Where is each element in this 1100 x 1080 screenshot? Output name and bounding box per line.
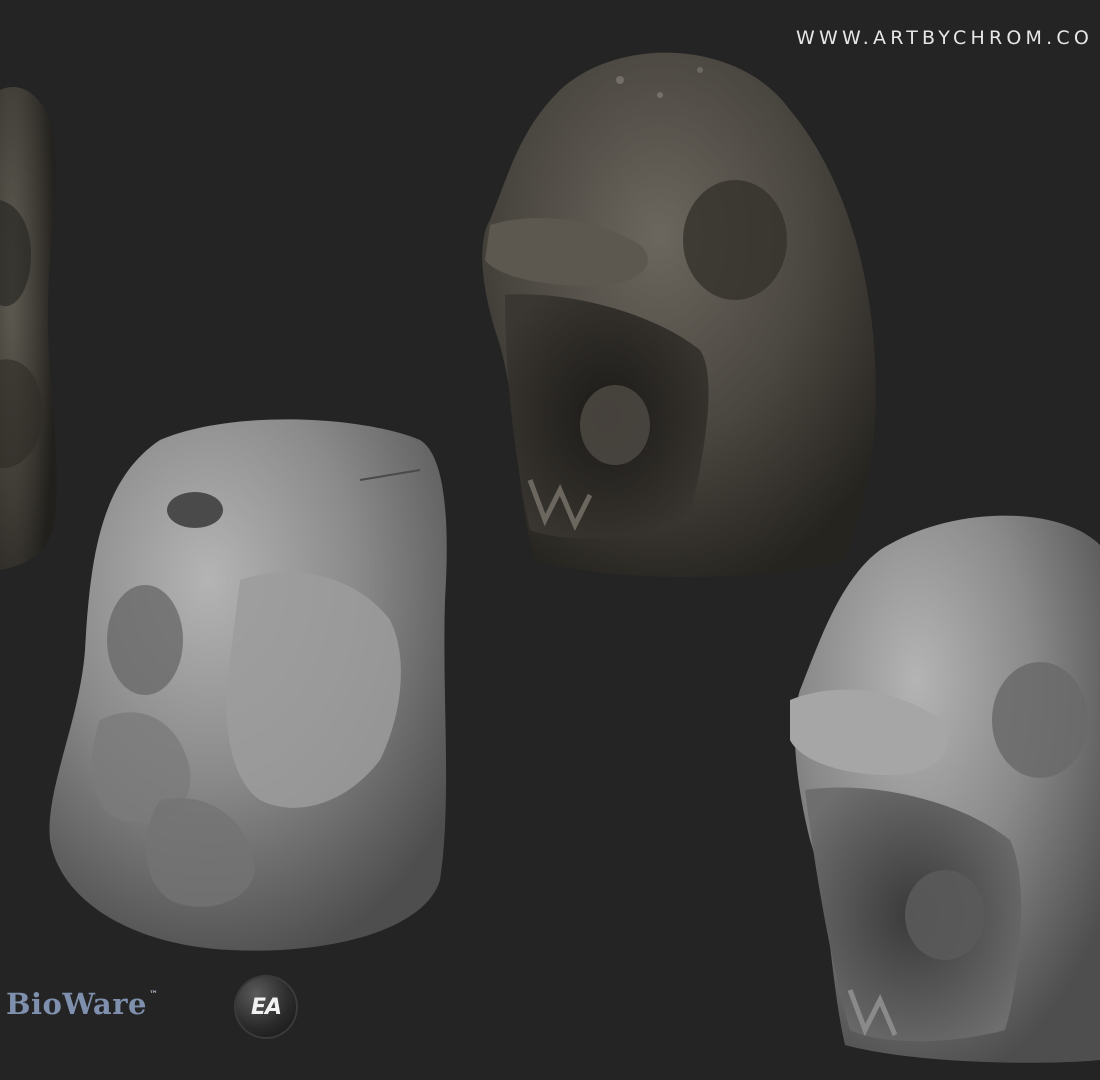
- trademark-symbol: ™: [148, 990, 159, 1000]
- bioware-logo-text: BioWare: [6, 987, 147, 1021]
- clay-crouching-figure: [49, 419, 447, 951]
- clay-skull-head: [790, 515, 1100, 1063]
- website-watermark: WWW.ARTBYCHROM.CO: [796, 27, 1093, 49]
- artwork-canvas: [0, 52, 1100, 1063]
- ea-logo-text: EA: [250, 994, 282, 1020]
- stone-statue-left: [0, 86, 57, 571]
- bioware-logo: BioWare ™: [6, 987, 158, 1021]
- stone-skull-head: [482, 52, 876, 577]
- ea-logo: EA: [234, 975, 298, 1039]
